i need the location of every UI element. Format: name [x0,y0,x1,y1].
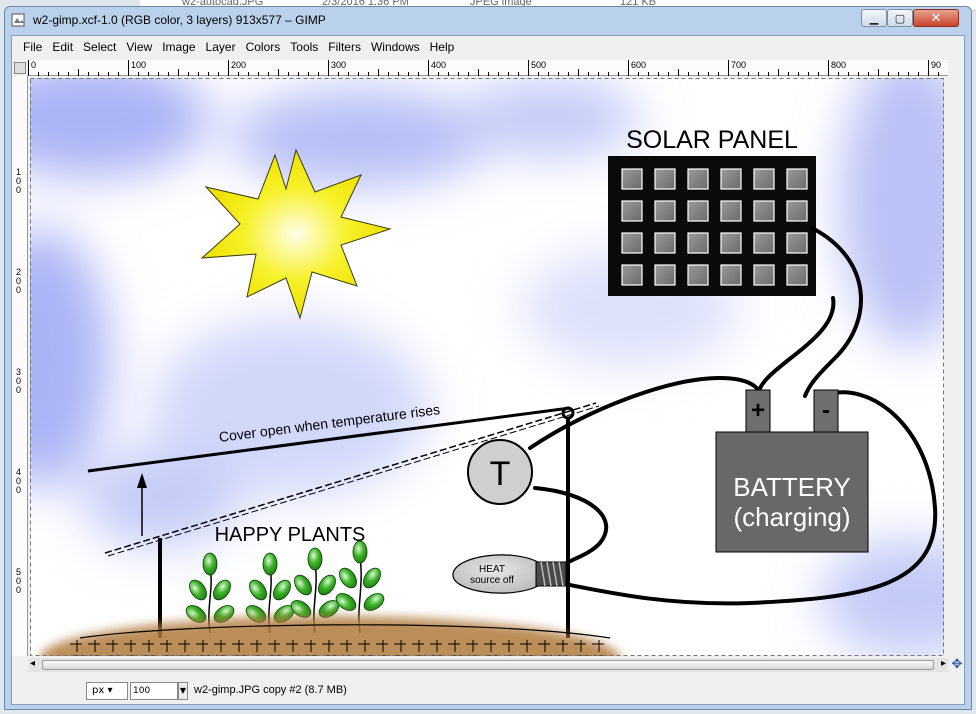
close-icon[interactable]: ✕ [913,9,959,27]
menu-view[interactable]: View [121,40,157,54]
menu-filters[interactable]: Filters [323,40,366,54]
image-canvas[interactable]: SOLAR PANEL Cover open when temperature … [30,78,944,656]
plants-label: HAPPY PLANTS [215,524,366,546]
unit-value: px [92,685,105,696]
solar-cell [786,200,808,222]
scrollbar-thumb[interactable] [42,660,934,670]
menu-file[interactable]: File [18,40,47,54]
solar-cell [753,168,775,190]
horizontal-ruler[interactable]: 0 100 200 300 400 500 600 700 800 90 [28,60,948,76]
window-client: File Edit Select View Image Layer Colors… [11,35,965,705]
minimize-icon[interactable]: ▁ [861,9,887,27]
menu-tools[interactable]: Tools [285,40,323,54]
zoom-dropdown-icon[interactable]: ▼ [178,682,188,700]
plant-leaf-icon [352,540,368,564]
solar-panel [608,156,816,296]
maximize-icon[interactable]: ▢ [887,9,913,27]
solar-cell [687,200,709,222]
thermostat-label: T [490,455,511,493]
heat-label-line2: source off [470,575,514,586]
solar-cell [720,232,742,254]
scroll-right-icon[interactable]: ▸ [941,658,946,669]
menu-help[interactable]: Help [425,40,460,54]
hruler-label: 400 [431,60,447,70]
solar-cell [720,168,742,190]
solar-cell [621,168,643,190]
hruler-label: 100 [131,60,147,70]
solar-cell [654,264,676,286]
solar-cell [786,264,808,286]
image-info-text: w2-gimp.JPG copy #2 (8.7 MB) [194,684,347,696]
hruler-label: 0 [31,60,37,70]
vruler-label: 300 [16,367,22,395]
gimp-app-icon [11,13,25,27]
hruler-label: 600 [631,60,647,70]
plant-leaf-icon [262,552,278,576]
solar-cell [786,232,808,254]
unit-select[interactable]: px ▾ [86,682,128,700]
solar-cell [621,264,643,286]
battery-minus-label: - [822,397,830,424]
zoom-input[interactable]: 100 [130,682,178,700]
vertical-ruler[interactable]: 100 200 300 400 500 [12,76,28,656]
menu-colors[interactable]: Colors [241,40,286,54]
status-bar: px ▾ 100 ▼ w2-gimp.JPG copy #2 (8.7 MB) [12,676,964,704]
zoom-value: 100 [133,686,151,696]
solar-cell [753,232,775,254]
hruler-label: 90 [931,60,942,70]
plant-leaf-icon [307,547,323,571]
hruler-label: 500 [531,60,547,70]
menu-select[interactable]: Select [78,40,121,54]
vruler-label: 200 [16,267,22,295]
vruler-label: 400 [16,467,22,495]
horizontal-scrollbar[interactable]: ◂ ▸ [28,658,948,672]
hruler-label: 200 [231,60,247,70]
solar-cell [720,200,742,222]
vruler-label: 100 [16,167,22,195]
canvas-area: 0 100 200 300 400 500 600 700 800 90 100… [12,60,964,672]
menu-windows[interactable]: Windows [366,40,425,54]
navigate-icon[interactable]: ✥ [950,658,964,672]
menu-bar: File Edit Select View Image Layer Colors… [12,36,964,58]
solar-cell [786,168,808,190]
solar-cell [720,264,742,286]
solar-cell [687,232,709,254]
solar-cell [654,200,676,222]
menu-layer[interactable]: Layer [201,40,241,54]
solar-cell [687,168,709,190]
menu-edit[interactable]: Edit [47,40,78,54]
solar-cell [753,200,775,222]
solar-cell [753,264,775,286]
window-title: w2-gimp.xcf-1.0 (RGB color, 3 layers) 91… [33,13,326,27]
hruler-label: 700 [731,60,747,70]
vruler-label: 500 [16,567,22,595]
quick-mask-corner-icon[interactable] [14,62,26,74]
solar-cell [687,264,709,286]
horizontal-ruler-ticks [28,60,939,76]
chevron-down-icon: ▾ [107,685,113,696]
battery-label-line2: (charging) [733,502,850,532]
hruler-label: 800 [831,60,847,70]
heat-label-line1: HEAT [479,564,505,575]
scroll-left-icon[interactable]: ◂ [30,658,35,669]
solar-cell [654,168,676,190]
solar-cell [621,200,643,222]
gimp-window: w2-gimp.xcf-1.0 (RGB color, 3 layers) 91… [4,6,972,710]
battery-label-line1: BATTERY [733,472,851,502]
plant-leaf-icon [202,552,218,576]
menu-image[interactable]: Image [157,40,200,54]
solar-cell [621,232,643,254]
battery-plus-label: + [751,397,765,424]
solar-panel-label: SOLAR PANEL [626,126,798,154]
hruler-label: 300 [331,60,347,70]
solar-cell [654,232,676,254]
title-bar[interactable]: w2-gimp.xcf-1.0 (RGB color, 3 layers) 91… [5,7,971,33]
